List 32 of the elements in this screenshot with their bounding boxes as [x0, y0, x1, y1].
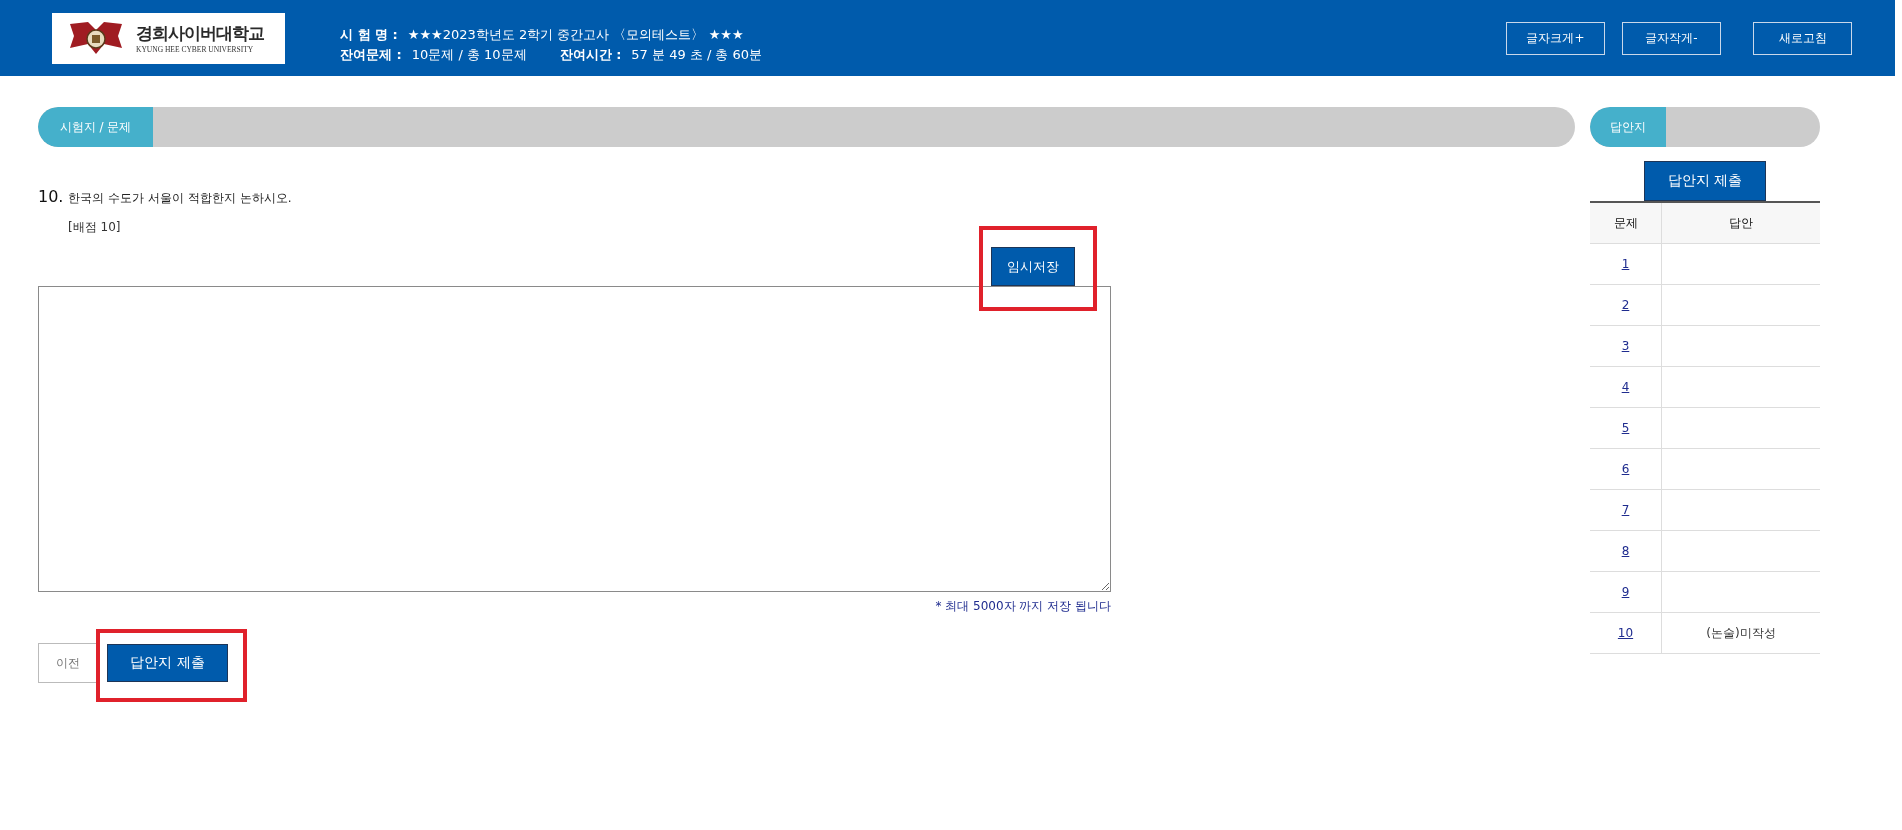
column-header: 답안: [1661, 202, 1820, 244]
exam-label: 시 험 명 :: [340, 26, 398, 44]
question-number: 10.: [38, 187, 64, 206]
column-header: 문제: [1590, 202, 1662, 244]
remaining-time: 57 분 49 초 / 총 60분: [631, 46, 763, 64]
question-link[interactable]: 7: [1621, 503, 1630, 517]
question-link[interactable]: 8: [1621, 544, 1630, 558]
question-text: 한국의 수도가 서울이 적합한지 논하시오.: [68, 190, 292, 207]
question-link[interactable]: 3: [1621, 339, 1630, 353]
temp-save-button[interactable]: 임시저장: [991, 247, 1075, 286]
exam-name: ★★★2023학년도 2학기 중간고사 〈모의테스트〉 ★★★: [407, 26, 744, 44]
answer-field[interactable]: [38, 286, 1111, 592]
question-link[interactable]: 4: [1621, 380, 1630, 394]
remaining-time-label: 잔여시간 :: [559, 46, 622, 64]
university-name: 경희사이버대학교: [136, 22, 264, 45]
submit-button[interactable]: 답안지 제출: [1644, 161, 1766, 201]
answer-status: (논술)미작성: [1706, 625, 1776, 640]
question-link[interactable]: 10: [1617, 626, 1634, 640]
remaining-questions: 10문제 / 총 10문제: [411, 46, 527, 64]
submit-button[interactable]: 답안지 제출: [107, 644, 228, 682]
question-link[interactable]: 9: [1621, 585, 1630, 599]
previous-button[interactable]: 이전: [38, 643, 98, 683]
question-link[interactable]: 2: [1621, 298, 1630, 312]
header-button[interactable]: 글자크게+: [1506, 21, 1605, 55]
header-button[interactable]: 새로고침: [1753, 21, 1852, 55]
question-link[interactable]: 6: [1621, 462, 1630, 476]
header-button[interactable]: 글자작게-: [1622, 21, 1721, 55]
character-limit-note: * 최대 5000자 까지 저장 됩니다: [935, 598, 1111, 615]
question-link[interactable]: 5: [1621, 421, 1630, 435]
question-link[interactable]: 1: [1621, 257, 1630, 271]
remaining-questions-label: 잔여문제 :: [340, 46, 402, 64]
question-points: [배점 10]: [68, 219, 122, 236]
